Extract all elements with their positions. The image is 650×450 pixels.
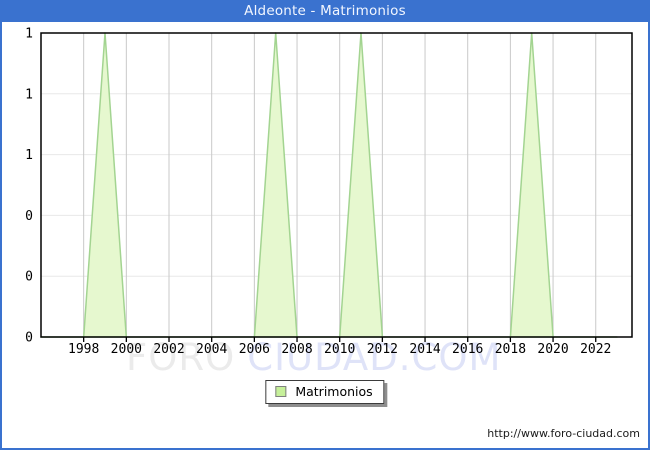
x-tick-label: 2004 [196,342,227,357]
x-tick-label: 2010 [324,342,355,357]
x-tick-label: 2008 [281,342,312,357]
y-tick-label: 0 [25,331,33,346]
series-area-matrimonios [40,32,618,338]
y-tick-label: 0 [25,209,33,224]
legend-swatch [275,386,287,397]
x-tick-label: 2002 [153,342,184,357]
x-tick-label: 2012 [367,342,398,357]
x-tick-label: 2000 [111,342,142,357]
page-title: Aldeonte - Matrimonios [244,3,406,19]
legend-label: Matrimonios [295,384,373,399]
x-tick-label: 2018 [495,342,526,357]
footer-url: http://www.foro-ciudad.com [487,427,640,440]
x-tick-label: 2020 [537,342,568,357]
x-tick-label: 2022 [580,342,611,357]
x-tick-label: 2016 [452,342,483,357]
x-tick-label: 1998 [68,342,99,357]
y-tick-label: 1 [25,87,33,102]
y-tick-label: 0 [25,270,33,285]
x-tick-label: 2006 [239,342,270,357]
y-tick-label: 1 [25,148,33,163]
title-bar: Aldeonte - Matrimonios [0,0,650,22]
x-tick-label: 2014 [409,342,440,357]
y-tick-label: 1 [25,27,33,42]
legend: Matrimonios [265,380,385,404]
